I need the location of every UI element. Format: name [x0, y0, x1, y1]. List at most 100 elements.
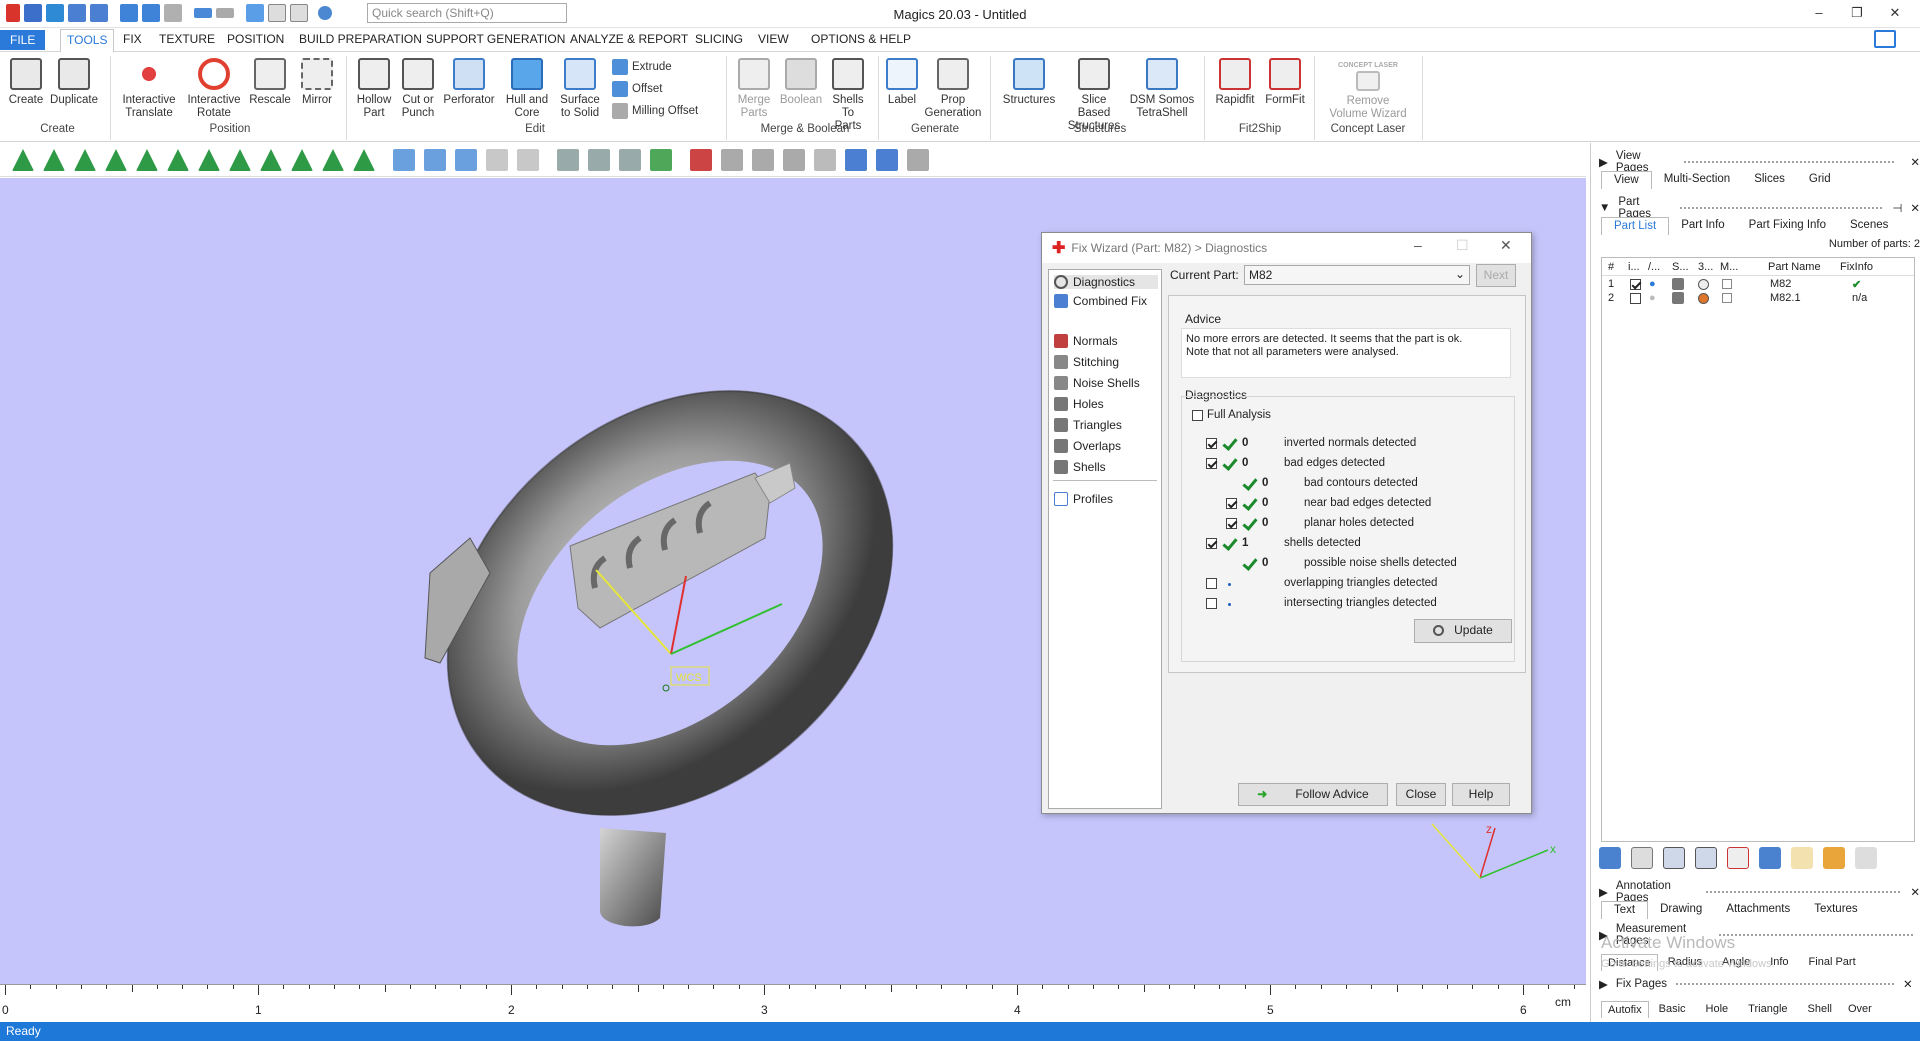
triangle-i-icon[interactable] [814, 149, 836, 171]
close-icon[interactable]: ✕ [1910, 155, 1920, 169]
tab-support-generation[interactable]: SUPPORT GENERATION [420, 32, 571, 46]
clear-marks-icon[interactable] [517, 149, 539, 171]
shade-icon[interactable] [1672, 292, 1684, 304]
nav-diagnostics[interactable]: Diagnostics [1054, 275, 1158, 289]
close-icon[interactable]: ✕ [1910, 201, 1920, 215]
nav-normals[interactable]: Normals [1054, 334, 1118, 348]
tab-textures[interactable]: Textures [1802, 901, 1869, 919]
tab-build-preparation[interactable]: BUILD PREPARATION [293, 32, 428, 46]
tab-slicing[interactable]: SLICING [689, 32, 749, 46]
tab-basic[interactable]: Basic [1649, 1001, 1696, 1018]
tag-orange-icon[interactable] [1823, 847, 1845, 869]
triangle-j-icon[interactable] [845, 149, 867, 171]
pin-icon[interactable]: ⊣ [1892, 201, 1902, 215]
select-triangle-icon[interactable] [12, 149, 34, 171]
triangle-b-icon[interactable] [588, 149, 610, 171]
mark-part-icon[interactable] [393, 149, 415, 171]
diagnostic-checkbox[interactable] [1226, 518, 1237, 529]
restore-button[interactable]: ❐ [1838, 2, 1876, 24]
surface-to-solid-button[interactable]: Surface to Solid [556, 56, 604, 120]
col-visible[interactable]: /... [1648, 261, 1660, 273]
structures-button[interactable]: Structures [996, 56, 1062, 107]
milling-offset-button[interactable]: Milling Offset [612, 103, 698, 119]
tab-drawing[interactable]: Drawing [1648, 901, 1714, 919]
tab-fix[interactable]: FIX [117, 32, 148, 46]
nav-shells[interactable]: Shells [1054, 460, 1106, 474]
offset-button[interactable]: Offset [612, 81, 662, 97]
col-material[interactable]: M... [1720, 261, 1738, 273]
col-include[interactable]: i... [1628, 261, 1640, 273]
tab-overlap[interactable]: Over [1842, 1001, 1878, 1018]
tab-part-info[interactable]: Part Info [1669, 217, 1736, 235]
col-part-name[interactable]: Part Name [1768, 261, 1821, 273]
prop-generation-button[interactable]: Prop Generation [924, 56, 982, 120]
col-color[interactable]: 3... [1698, 261, 1713, 273]
part-include-checkbox[interactable] [1630, 293, 1641, 304]
tab-scenes[interactable]: Scenes [1838, 217, 1900, 235]
color-swatch[interactable] [1698, 279, 1709, 290]
col-fixinfo[interactable]: FixInfo [1840, 261, 1873, 273]
diagnostic-checkbox[interactable] [1206, 538, 1217, 549]
tab-analyze-report[interactable]: ANALYZE & REPORT [564, 32, 694, 46]
full-analysis-checkbox[interactable]: Full Analysis [1192, 409, 1271, 421]
delete-part-icon[interactable] [1727, 847, 1749, 869]
tab-options-help[interactable]: OPTIONS & HELP [805, 32, 917, 46]
cut-or-punch-button[interactable]: Cut or Punch [398, 56, 438, 120]
update-button[interactable]: Update [1414, 619, 1512, 643]
part-row[interactable]: 1 ● M82 ✔ [1602, 278, 1914, 292]
interactive-rotate-button[interactable]: Interactive Rotate [184, 56, 244, 120]
select-path-icon[interactable] [198, 149, 220, 171]
select-box-icon[interactable] [136, 149, 158, 171]
tab-text[interactable]: Text [1601, 901, 1649, 919]
fix-pages-header[interactable]: ▶ Fix Pages ✕ [1599, 977, 1913, 991]
duplicate-button[interactable]: Duplicate [48, 56, 100, 107]
close-icon[interactable]: ✕ [1910, 885, 1920, 899]
diagnostic-checkbox[interactable] [1206, 578, 1217, 589]
label-button[interactable]: Label [882, 56, 922, 107]
hull-and-core-button[interactable]: Hull and Core [502, 56, 552, 120]
shells-to-parts-button[interactable]: Shells To Parts [826, 56, 870, 133]
triangle-h-icon[interactable] [783, 149, 805, 171]
deselect-icon[interactable] [455, 149, 477, 171]
create-button[interactable]: Create [6, 56, 46, 107]
triangle-k-icon[interactable] [876, 149, 898, 171]
col-shade[interactable]: S... [1672, 261, 1689, 273]
tab-part-list[interactable]: Part List [1601, 217, 1670, 235]
nav-triangles[interactable]: Triangles [1054, 418, 1122, 432]
close-icon[interactable]: ✕ [1903, 977, 1913, 991]
help-button[interactable]: Help [1452, 783, 1510, 806]
eye-icon[interactable]: ● [1649, 278, 1656, 290]
tab-part-fixing-info[interactable]: Part Fixing Info [1737, 217, 1838, 235]
merge-parts-button[interactable]: Merge Parts [732, 56, 776, 120]
nav-holes[interactable]: Holes [1054, 397, 1104, 411]
material-icon[interactable] [1722, 279, 1732, 289]
select-shell-icon[interactable] [105, 149, 127, 171]
extrude-button[interactable]: Extrude [612, 59, 672, 75]
select-radial-icon[interactable] [322, 149, 344, 171]
tag-grey-icon[interactable] [1855, 847, 1877, 869]
select-fan-icon[interactable] [291, 149, 313, 171]
eye-icon[interactable]: ● [1649, 292, 1656, 304]
rapidfit-button[interactable]: Rapidfit [1210, 56, 1260, 107]
tab-view-view[interactable]: View [1601, 171, 1652, 189]
load-part-icon[interactable] [1599, 847, 1621, 869]
close-button[interactable]: Close [1396, 783, 1446, 806]
tab-texture[interactable]: TEXTURE [153, 32, 221, 46]
tab-grid[interactable]: Grid [1797, 171, 1843, 189]
tab-position[interactable]: POSITION [221, 32, 290, 46]
formfit-button[interactable]: FormFit [1262, 56, 1308, 107]
tab-triangle[interactable]: Triangle [1738, 1001, 1797, 1018]
diagnostic-checkbox[interactable] [1206, 598, 1217, 609]
tab-slices[interactable]: Slices [1742, 171, 1797, 189]
select-between-icon[interactable] [353, 149, 375, 171]
layout-icon[interactable] [1874, 30, 1896, 48]
select-plane-icon[interactable] [43, 149, 65, 171]
rescale-button[interactable]: Rescale [248, 56, 292, 107]
triangle-g-icon[interactable] [752, 149, 774, 171]
color-swatch[interactable] [1698, 293, 1709, 304]
nav-profiles[interactable]: Profiles [1054, 492, 1113, 506]
triangle-a-icon[interactable] [557, 149, 579, 171]
triangle-l-icon[interactable] [907, 149, 929, 171]
remove-volume-wizard-button[interactable]: CONCEPT LASER Remove Volume Wizard [1320, 56, 1416, 121]
select-polyline-icon[interactable] [229, 149, 251, 171]
